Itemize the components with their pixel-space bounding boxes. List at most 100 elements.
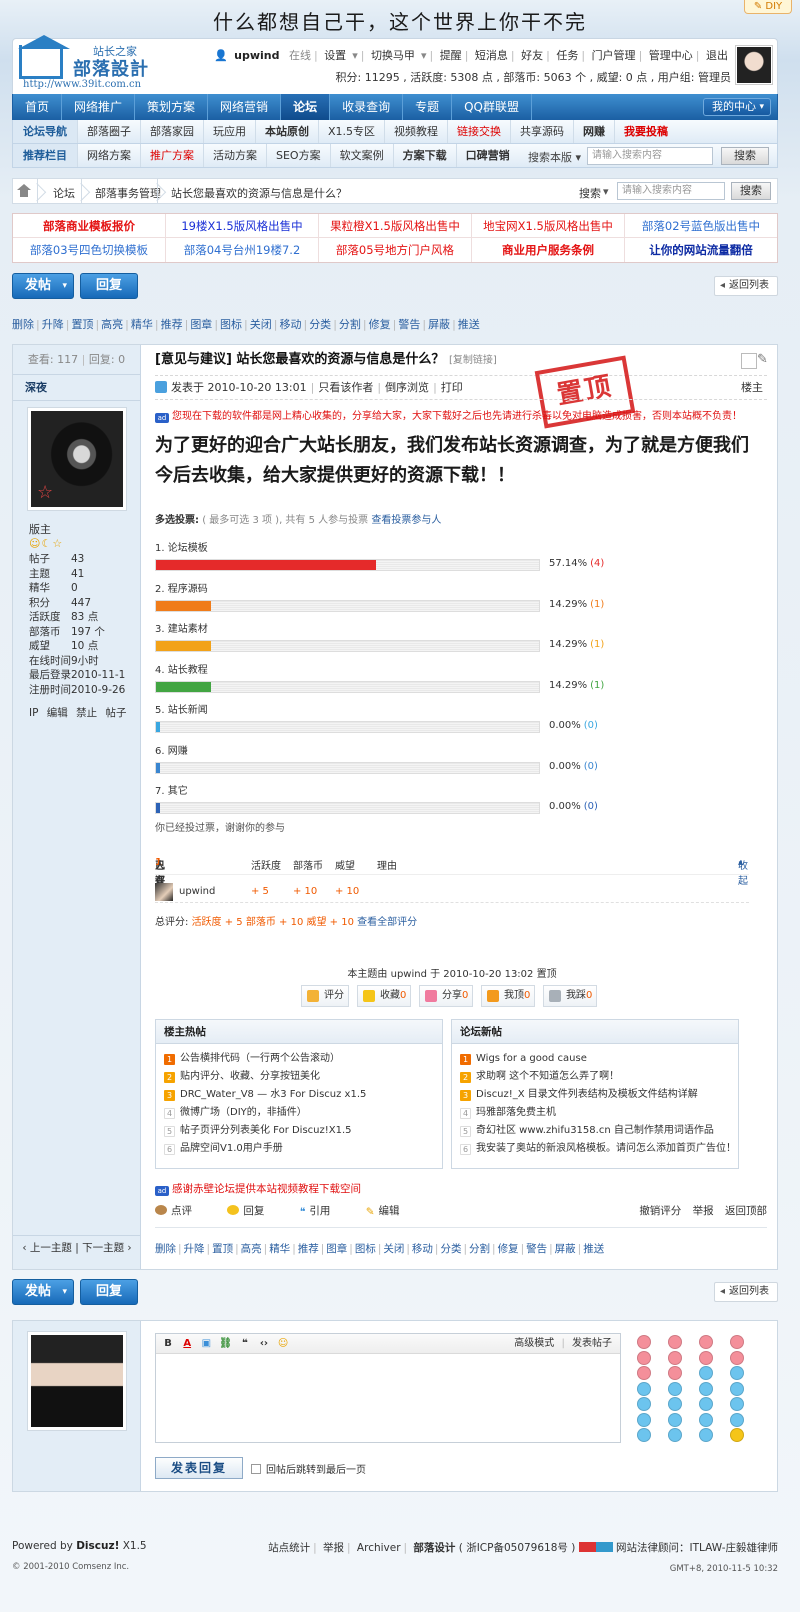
subnav-item[interactable]: 方案下载 — [392, 144, 456, 167]
mod-push[interactable]: 推送 — [458, 318, 480, 331]
mod-warn[interactable]: 警告 — [398, 318, 420, 331]
smiley-icon[interactable] — [668, 1335, 682, 1349]
smiley-icon[interactable]: ☺ — [275, 1334, 291, 1354]
search-input[interactable]: 请输入搜索内容 — [587, 147, 713, 165]
hot-thread-item[interactable]: 6 品牌空间V1.0用户手册 — [156, 1140, 442, 1158]
site-logo[interactable]: 站长之家 部落設計 http://www.39it.com.cn — [18, 35, 159, 91]
subnav-item[interactable]: SEO方案 — [266, 144, 330, 167]
subnav-item[interactable]: 链接交换 — [447, 120, 510, 143]
ad-link[interactable]: 19楼X1.5版风格出售中 — [166, 214, 319, 238]
smiley-icon[interactable] — [699, 1335, 713, 1349]
share-button[interactable]: 分享0 — [419, 985, 473, 1007]
code-icon[interactable]: ‹› — [256, 1334, 272, 1354]
new-thread-item[interactable]: 6 我安装了奥站的新浪风格模板。请问怎么添加首页广告位！ — [452, 1140, 738, 1158]
smiley-icon[interactable] — [668, 1412, 682, 1427]
subnav-item[interactable]: 部落家园 — [140, 120, 203, 143]
breadcrumb-search-button[interactable]: 搜索 — [731, 182, 771, 200]
smiley-icon[interactable] — [668, 1366, 682, 1380]
discuz-link[interactable]: Discuz! — [76, 1540, 119, 1552]
icp-link[interactable]: ( 浙ICP备05079618号 ) — [459, 1542, 576, 1554]
username-link[interactable]: upwind — [234, 49, 279, 62]
search-button[interactable]: 搜索 — [721, 147, 769, 165]
smiley-icon[interactable] — [699, 1428, 713, 1442]
rater-avatar[interactable] — [155, 883, 173, 901]
mod-recommend[interactable]: 推荐 — [161, 318, 183, 331]
ad-link[interactable]: 让你的网站流量翻倍 — [625, 238, 777, 262]
subnav-item[interactable]: 玩应用 — [203, 120, 255, 143]
rater-name[interactable]: upwind — [179, 886, 215, 897]
smiley-icon[interactable] — [730, 1397, 744, 1411]
smiley-icon[interactable] — [668, 1397, 682, 1411]
post-thread-link[interactable]: 发表帖子 — [572, 1338, 612, 1349]
mod-split[interactable]: 分割 — [339, 318, 361, 331]
smiley-icon[interactable] — [637, 1397, 651, 1411]
subnav-item[interactable]: 本站原创 — [255, 120, 318, 143]
smiley-icon[interactable] — [730, 1350, 744, 1365]
subnav-item[interactable]: X1.5专区 — [318, 120, 384, 143]
edit-button[interactable]: ✎ 编辑 — [366, 1205, 416, 1218]
smiley-icon[interactable] — [699, 1350, 713, 1365]
nav-portal-admin[interactable]: 门户管理 — [592, 49, 636, 62]
select-post-checkbox[interactable] — [741, 353, 757, 369]
subnav-item[interactable]: 口碑营销 — [455, 144, 519, 167]
post-reply-button[interactable]: 回复 — [227, 1205, 280, 1217]
link-icon[interactable]: ⛓ — [218, 1334, 234, 1354]
smiley-icon[interactable] — [699, 1381, 713, 1396]
hot-thread-item[interactable]: 2 贴内评分、收藏、分享按钮美化 — [156, 1068, 442, 1086]
view-voters-link[interactable]: 查看投票参与人 — [371, 515, 441, 526]
quote-button[interactable]: ❝ 引用 — [300, 1205, 347, 1218]
view-all-ratings-link[interactable]: 查看全部评分 — [357, 917, 417, 928]
smiley-icon[interactable] — [637, 1428, 651, 1442]
author-threads[interactable]: 41 — [71, 568, 84, 580]
hot-thread-item[interactable]: 5 帖子页评分列表美化 For Discuz!X1.5 — [156, 1122, 442, 1140]
mod-bump[interactable]: 升降 — [42, 318, 64, 331]
mainnav-topics[interactable]: 专题 — [403, 94, 453, 120]
mainnav-qq-groups[interactable]: QQ群联盟 — [452, 94, 533, 120]
favorite-button[interactable]: 收藏0 — [357, 985, 411, 1007]
new-thread-item[interactable]: 4 玛雅部落免费主机 — [452, 1104, 738, 1122]
author-posts-link[interactable]: 帖子 — [105, 707, 126, 719]
smiley-icon[interactable] — [668, 1381, 682, 1396]
nav-switch-account[interactable]: 切换马甲 — [371, 49, 415, 62]
site-stats-link[interactable]: 站点统计 — [268, 1542, 310, 1554]
subnav-item[interactable]: 部落圈子 — [77, 120, 140, 143]
font-color-icon[interactable]: A — [179, 1334, 195, 1354]
downvote-button[interactable]: 我踩0 — [543, 985, 597, 1007]
author-ban-link[interactable]: 禁止 — [76, 707, 97, 719]
new-post-button[interactable]: 发帖 ▾ — [12, 273, 74, 299]
nav-admin-center[interactable]: 管理中心 — [649, 49, 693, 62]
nav-logout[interactable]: 退出 — [706, 49, 728, 62]
diy-button[interactable]: ✎ DIY — [744, 0, 792, 14]
back-to-top-link[interactable]: 返回顶部 — [725, 1205, 767, 1217]
search-scope-dropdown[interactable]: 搜索本版 ▾ — [528, 149, 581, 165]
author-only-link[interactable]: 只看该作者 — [318, 381, 373, 394]
reply-button[interactable]: 回复 — [80, 1279, 138, 1305]
collapse-rating-link[interactable]: 收起 ▴ — [738, 857, 748, 887]
mainnav-marketing[interactable]: 网络营销 — [208, 94, 282, 120]
copy-link-button[interactable]: [复制链接] — [449, 355, 497, 366]
mod-highlight[interactable]: 高亮 — [101, 318, 123, 331]
subnav-item[interactable]: 共享源码 — [510, 120, 573, 143]
smiley-icon[interactable] — [699, 1397, 713, 1411]
reverse-order-link[interactable]: 倒序浏览 — [385, 381, 429, 394]
mod-category[interactable]: 分类 — [309, 318, 331, 331]
print-link[interactable]: 打印 — [441, 381, 463, 394]
smiley-icon[interactable] — [637, 1366, 651, 1380]
new-thread-item[interactable]: 2 求助啊 这个不知道怎么弄了啊！ — [452, 1068, 738, 1086]
nav-reminders[interactable]: 提醒 — [440, 49, 462, 62]
smiley-icon[interactable] — [730, 1412, 744, 1427]
ad-link[interactable]: 果粒橙X1.5版风格出售中 — [319, 214, 472, 238]
subnav-item[interactable]: 视频教程 — [384, 120, 447, 143]
smiley-icon[interactable] — [637, 1412, 651, 1427]
ad-link[interactable]: 地宝网X1.5版风格出售中 — [472, 214, 625, 238]
mainnav-home[interactable]: 首页 — [13, 94, 63, 120]
report-link[interactable]: 举报 — [323, 1542, 344, 1554]
smiley-icon[interactable] — [637, 1350, 651, 1365]
subnav-item[interactable]: 我要投稿 — [614, 120, 677, 143]
subnav-item[interactable]: 网赚 — [573, 120, 614, 143]
report-link[interactable]: 举报 — [693, 1205, 714, 1217]
mod-sticky[interactable]: 置顶 — [71, 318, 93, 331]
mod-stamp[interactable]: 图章 — [190, 318, 212, 331]
archiver-link[interactable]: Archiver — [357, 1542, 401, 1554]
mainnav-promotion[interactable]: 网络推广 — [62, 94, 136, 120]
